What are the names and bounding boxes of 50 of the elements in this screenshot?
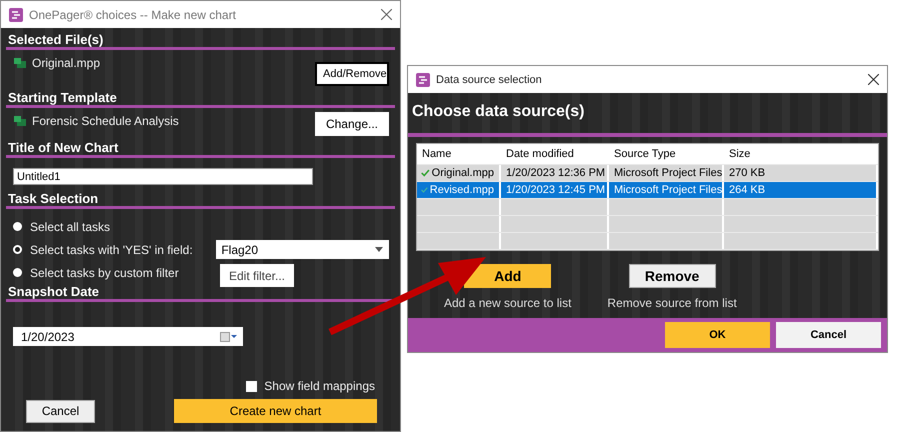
table-cell: Original.mpp bbox=[432, 167, 494, 179]
remove-button[interactable]: Remove bbox=[628, 264, 716, 288]
section-heading: Snapshot Date bbox=[6, 284, 395, 302]
checkbox[interactable] bbox=[246, 380, 258, 392]
option-label: Select tasks with 'YES' in field: bbox=[30, 242, 194, 256]
cancel-button[interactable]: Cancel bbox=[776, 322, 881, 348]
option-label: Select all tasks bbox=[30, 220, 112, 234]
date-picker[interactable]: 1/20/2023 bbox=[13, 327, 243, 346]
table-cell: Revised.mpp bbox=[430, 184, 494, 196]
section-heading: Task Selection bbox=[6, 191, 395, 209]
chart-title-field[interactable]: Untitled1 bbox=[13, 168, 313, 185]
close-icon[interactable] bbox=[868, 74, 879, 85]
section-heading: Selected File(s) bbox=[6, 32, 395, 50]
add-remove-button[interactable]: Add/Remove bbox=[315, 62, 389, 86]
app-icon bbox=[416, 72, 430, 86]
section-heading: Title of New Chart bbox=[6, 140, 395, 158]
change-button[interactable]: Change... bbox=[315, 112, 389, 136]
dialog-heading: Choose data source(s) bbox=[411, 102, 586, 122]
radio-button[interactable] bbox=[13, 245, 22, 254]
cancel-button[interactable]: Cancel bbox=[26, 400, 95, 422]
add-caption: Add a new source to list bbox=[444, 296, 572, 310]
section-heading: Starting Template bbox=[6, 90, 395, 108]
field-dropdown[interactable]: Flag20 bbox=[216, 240, 389, 259]
radio-button[interactable] bbox=[13, 268, 22, 277]
window-title: OnePager® choices -- Make new chart bbox=[29, 8, 237, 22]
column-header[interactable]: Source Type bbox=[609, 144, 724, 164]
remove-caption: Remove source from list bbox=[607, 296, 737, 310]
edit-filter-button[interactable]: Edit filter... bbox=[220, 264, 294, 287]
close-icon[interactable] bbox=[381, 9, 392, 20]
calendar-icon bbox=[220, 332, 237, 342]
add-button[interactable]: Add bbox=[464, 264, 552, 288]
dropdown-arrow-icon bbox=[375, 247, 383, 252]
option-label: Select tasks by custom filter bbox=[30, 266, 180, 280]
project-file-icon bbox=[14, 58, 26, 68]
table-cell: 1/20/2023 12:45 PM bbox=[501, 182, 609, 198]
window-title: Data source selection bbox=[436, 74, 543, 86]
app-icon bbox=[9, 8, 23, 22]
ok-button[interactable]: OK bbox=[665, 322, 770, 348]
column-header[interactable]: Size bbox=[724, 144, 878, 164]
column-header[interactable]: Date modified bbox=[501, 144, 609, 164]
table-cell: 264 KB bbox=[724, 182, 878, 198]
table-row[interactable]: Revised.mpp 1/20/2023 12:45 PM Microsoft Project Files 264 KB bbox=[417, 182, 878, 199]
radio-button[interactable] bbox=[13, 222, 22, 231]
project-file-icon bbox=[14, 116, 26, 126]
template-name: Forensic Schedule Analysis bbox=[32, 114, 179, 128]
table-cell: Microsoft Project Files bbox=[609, 182, 724, 198]
create-chart-button[interactable]: Create new chart bbox=[174, 399, 377, 423]
checkbox-label: Show field mappings bbox=[264, 379, 375, 393]
file-name: Original.mpp bbox=[32, 56, 100, 70]
column-header[interactable]: Name bbox=[417, 144, 501, 164]
